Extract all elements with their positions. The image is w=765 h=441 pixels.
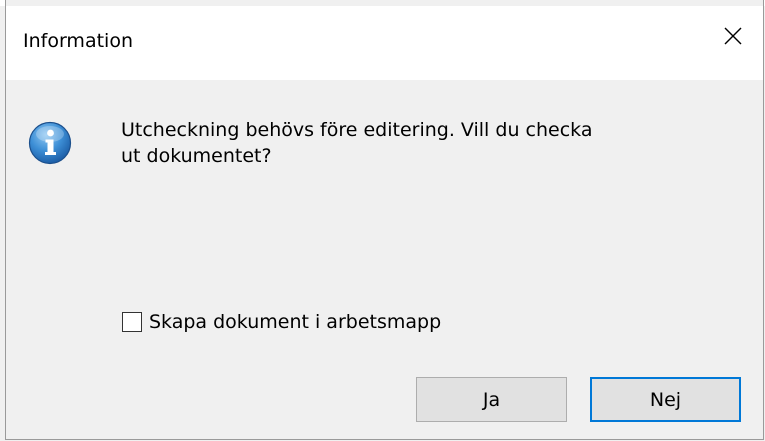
close-button[interactable] [703, 6, 763, 66]
close-icon [724, 27, 742, 45]
create-in-workfolder-checkbox[interactable]: Skapa dokument i arbetsmapp [122, 311, 441, 333]
no-button[interactable]: Nej [590, 377, 741, 422]
title-bar[interactable]: Information [6, 6, 763, 80]
checkbox-label: Skapa dokument i arbetsmapp [149, 311, 442, 333]
message-line-1: Utcheckning behövs före editering. Vill … [121, 119, 593, 141]
message-text: Utcheckning behövs före editering. Vill … [121, 117, 681, 169]
message-line-2: ut dokumentet? [121, 145, 272, 167]
dialog-title: Information [23, 30, 133, 52]
information-dialog: Information Utcheckning behövs före edit… [5, 0, 764, 440]
yes-button[interactable]: Ja [416, 377, 567, 422]
checkbox-box[interactable] [122, 312, 142, 332]
info-icon [28, 121, 72, 165]
